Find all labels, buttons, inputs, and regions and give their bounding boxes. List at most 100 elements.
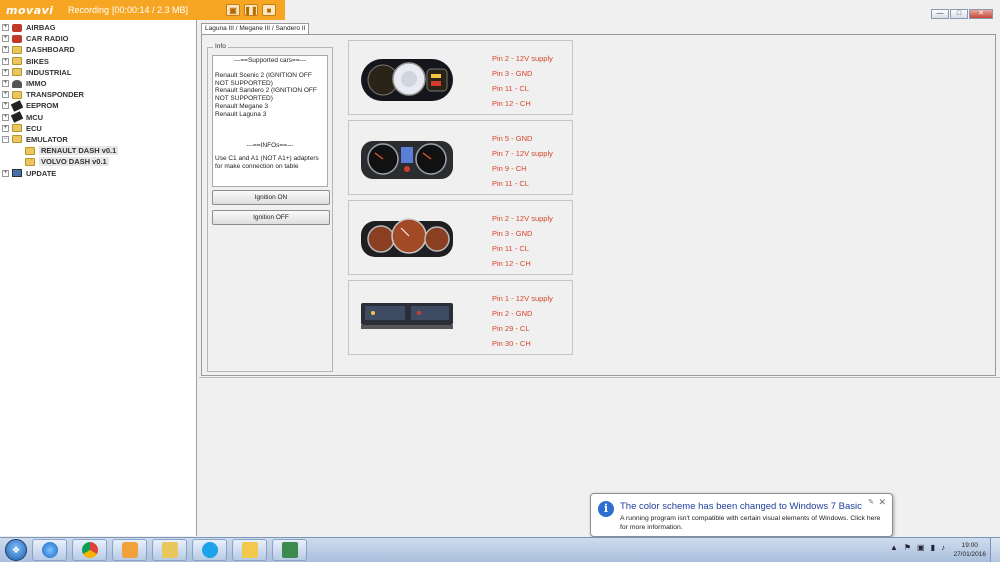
expand-icon[interactable]: + bbox=[2, 102, 9, 110]
chip-icon bbox=[10, 100, 24, 112]
options-icon[interactable]: ✎ bbox=[868, 498, 874, 506]
notes-icon[interactable] bbox=[232, 539, 267, 561]
tree-item-mcu[interactable]: + MCU bbox=[0, 111, 196, 123]
tree-item-eeprom[interactable]: + EEPROM bbox=[0, 100, 196, 112]
expand-icon[interactable]: + bbox=[2, 57, 9, 65]
skype-icon[interactable] bbox=[192, 539, 227, 561]
picture-icon[interactable] bbox=[272, 539, 307, 561]
movavi-logo: movavi bbox=[6, 3, 54, 17]
file-explorer-icon[interactable] bbox=[152, 539, 187, 561]
network-shield-icon[interactable]: ⚑ bbox=[904, 543, 911, 552]
tree-item-industrial[interactable]: + INDUSTRIAL bbox=[0, 67, 196, 78]
start-button[interactable]: ❖ bbox=[5, 539, 27, 561]
tree-item-airbag[interactable]: + AIRBAG bbox=[0, 22, 196, 33]
pin-label: Pin 3 - GND bbox=[492, 229, 533, 238]
notification-message[interactable]: A running program isn't compatible with … bbox=[620, 515, 882, 532]
action-center-icon[interactable]: ▣ bbox=[917, 543, 925, 552]
pin-label: Pin 12 - CH bbox=[492, 259, 531, 268]
tree-item-label: VOLVO DASH v0.1 bbox=[39, 157, 109, 167]
pin-list: Pin 1 - 12V supply Pin 2 - GND Pin 29 - … bbox=[492, 291, 553, 351]
cluster-card: Pin 2 - 12V supply Pin 3 - GND Pin 11 - … bbox=[348, 200, 573, 275]
tree-item-volvo-dash[interactable]: VOLVO DASH v0.1 bbox=[0, 156, 196, 167]
notification-balloon[interactable]: i The color scheme has been changed to W… bbox=[590, 493, 893, 545]
tree-item-renault-dash[interactable]: RENAULT DASH v0.1 bbox=[0, 145, 196, 156]
folder-icon bbox=[25, 157, 35, 166]
info-groupbox: Info ---==Supported cars==--- Renault Sc… bbox=[207, 43, 333, 372]
tree-item-ecu[interactable]: + ECU bbox=[0, 123, 196, 134]
ie-icon[interactable] bbox=[32, 539, 67, 561]
tree-item-dashboard[interactable]: + DASHBOARD bbox=[0, 44, 196, 55]
minimize-button[interactable]: — bbox=[931, 9, 949, 19]
info-legend: Info bbox=[213, 43, 228, 50]
supported-line: NOT SUPPORTED) bbox=[215, 95, 273, 103]
tree-item-transponder[interactable]: + TRANSPONDER bbox=[0, 89, 196, 100]
pin-label: Pin 11 - CL bbox=[492, 84, 529, 93]
tree-item-bikes[interactable]: + BIKES bbox=[0, 56, 196, 67]
tree-item-label: AIRBAG bbox=[26, 23, 56, 33]
expand-icon[interactable]: + bbox=[2, 124, 9, 132]
cluster-card: Pin 5 - GND Pin 7 - 12V supply Pin 9 - C… bbox=[348, 120, 573, 195]
radio-icon bbox=[12, 34, 22, 43]
tray-arrow-icon[interactable]: ▲ bbox=[890, 543, 898, 552]
supported-line: Renault Sandero 2 (IGNITION OFF bbox=[215, 87, 317, 95]
volume-icon[interactable]: ♪ bbox=[941, 543, 945, 552]
pin-label: Pin 11 - CL bbox=[492, 179, 529, 188]
airbag-icon bbox=[12, 23, 22, 32]
tree-item-label: UPDATE bbox=[26, 168, 57, 178]
pin-label: Pin 11 - CL bbox=[492, 244, 529, 253]
folder-icon bbox=[12, 135, 22, 144]
ignition-off-button[interactable]: Ignition OFF bbox=[212, 210, 330, 225]
tree-item-update[interactable]: + UPDATE bbox=[0, 167, 196, 178]
tree-item-label: ECU bbox=[26, 123, 42, 133]
tree-item-label: TRANSPONDER bbox=[26, 90, 84, 100]
show-desktop-button[interactable] bbox=[990, 538, 1000, 562]
clock[interactable]: 19:00 27/01/2016 bbox=[953, 541, 986, 559]
info-textbox[interactable]: ---==Supported cars==--- Renault Scenic … bbox=[212, 55, 328, 187]
folder-icon bbox=[25, 146, 35, 155]
tree-item-label: IMMO bbox=[26, 79, 47, 89]
tree-item-label: EEPROM bbox=[26, 101, 59, 111]
tree-item-emulator[interactable]: − EMULATOR bbox=[0, 134, 196, 145]
expand-icon[interactable]: + bbox=[2, 113, 9, 121]
pin-label: Pin 1 - 12V supply bbox=[492, 294, 553, 303]
chrome-icon[interactable] bbox=[72, 539, 107, 561]
pin-label: Pin 2 - 12V supply bbox=[492, 54, 553, 63]
system-tray: ▲ ⚑ ▣ ▮ ♪ bbox=[890, 543, 945, 552]
tab-renault-dash[interactable]: Laguna III / Megane III / Sandero II bbox=[201, 23, 310, 34]
expand-icon[interactable]: + bbox=[2, 68, 9, 76]
dashboard-image bbox=[361, 303, 453, 329]
pause-icon[interactable]: ❚❚ bbox=[244, 4, 258, 16]
cluster-card: Pin 1 - 12V supply Pin 2 - GND Pin 29 - … bbox=[348, 280, 573, 355]
supported-line: Renault Laguna 3 bbox=[215, 110, 267, 118]
folder-icon bbox=[12, 68, 22, 77]
tree-item-car-radio[interactable]: + CAR RADIO bbox=[0, 33, 196, 44]
expand-icon[interactable]: + bbox=[2, 35, 9, 43]
notification-title: The color scheme has been changed to Win… bbox=[620, 501, 862, 512]
folder-icon bbox=[12, 124, 22, 133]
recording-status: Recording bbox=[68, 5, 110, 15]
expand-icon[interactable]: + bbox=[2, 91, 9, 99]
signal-icon[interactable]: ▮ bbox=[931, 543, 935, 552]
ignition-on-button[interactable]: Ignition ON bbox=[212, 190, 330, 205]
tree-item-label: EMULATOR bbox=[26, 134, 68, 144]
camera-icon[interactable]: ▣ bbox=[226, 4, 240, 16]
supported-line: Renault Scenic 2 (IGNITION OFF bbox=[215, 71, 312, 79]
pin-list: Pin 2 - 12V supply Pin 3 - GND Pin 11 - … bbox=[492, 51, 553, 111]
stop-icon[interactable]: ■ bbox=[262, 4, 276, 16]
taskbar: ❖ ▲ ⚑ ▣ ▮ ♪ 19:00 27/01/2016 bbox=[0, 537, 1000, 562]
dashboard-image bbox=[361, 59, 453, 101]
tree-item-immo[interactable]: + IMMO bbox=[0, 78, 196, 89]
expand-icon[interactable]: + bbox=[2, 169, 9, 177]
collapse-icon[interactable]: − bbox=[2, 135, 9, 143]
chip-icon bbox=[10, 111, 24, 123]
expand-icon[interactable]: + bbox=[2, 24, 9, 32]
pin-label: Pin 9 - CH bbox=[492, 164, 527, 173]
tree-item-label: BIKES bbox=[26, 56, 49, 66]
maximize-button[interactable]: □ bbox=[950, 9, 968, 19]
tree-item-label: CAR RADIO bbox=[26, 34, 69, 44]
close-icon[interactable]: ✕ bbox=[878, 497, 886, 508]
expand-icon[interactable]: + bbox=[2, 80, 9, 88]
close-button[interactable]: ✕ bbox=[969, 9, 993, 19]
media-player-icon[interactable] bbox=[112, 539, 147, 561]
expand-icon[interactable]: + bbox=[2, 46, 9, 54]
